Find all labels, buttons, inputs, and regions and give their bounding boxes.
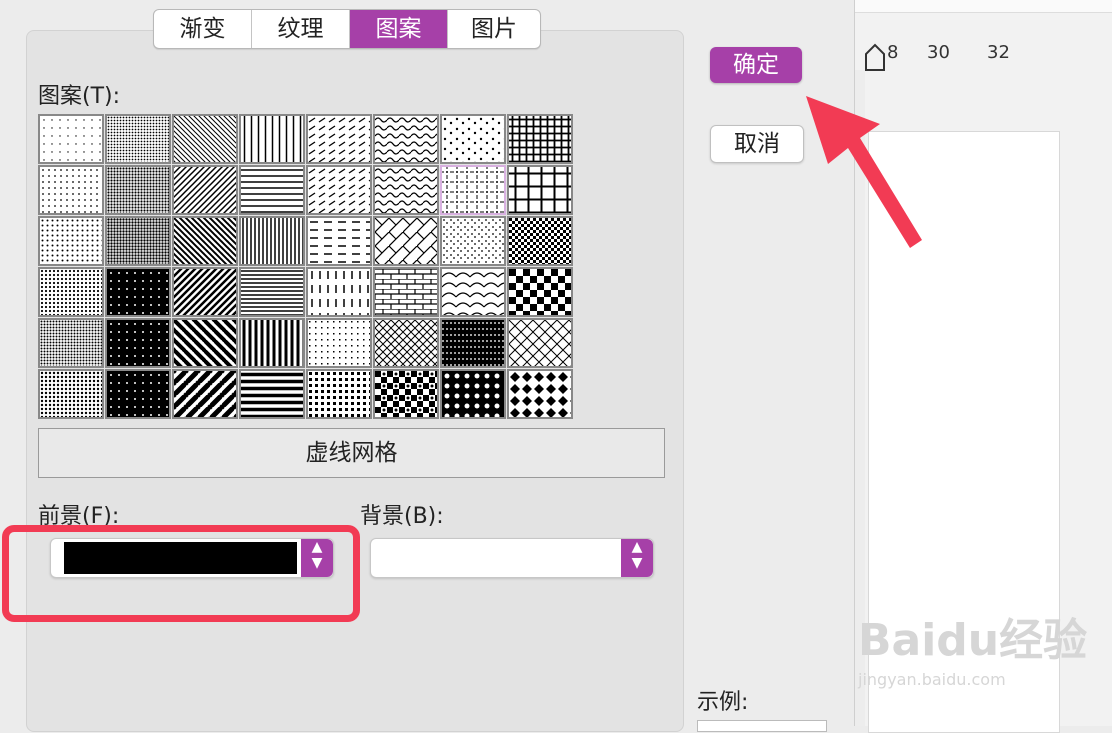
pattern-swatch-dots-black[interactable] [105,267,171,317]
pattern-swatch-checker-small[interactable] [507,216,573,266]
tab-texture[interactable]: 纹理 [252,10,350,48]
pattern-swatch-sphere[interactable] [38,318,104,368]
watermark-logo: Baidu经验 [858,615,1088,666]
pattern-swatch-zigzag-checker[interactable] [373,369,439,419]
pattern-swatch-diag-right-bold[interactable] [172,318,238,368]
pattern-swatch-dash-vertical[interactable] [306,267,372,317]
pattern-grid [38,114,573,419]
pattern-swatch-checker-large[interactable] [507,267,573,317]
pattern-swatch-brick[interactable] [373,267,439,317]
pattern-swatch-weave[interactable] [373,318,439,368]
pattern-swatch-shingle[interactable] [440,267,506,317]
pattern-swatch-dots-very-dense[interactable] [105,216,171,266]
ok-button[interactable]: 确定 [710,47,802,83]
pattern-swatch-dash-diag-right[interactable] [306,165,372,215]
pattern-swatch-checker-dark-small[interactable] [105,165,171,215]
pattern-swatch-diag-left-wide[interactable] [172,267,238,317]
fill-type-tabs: 渐变 纹理 图案 图片 [153,9,541,49]
background-color-swatch [384,542,617,574]
pattern-swatch-dots-medium[interactable] [38,216,104,266]
pattern-swatch-dots-black-large[interactable] [105,318,171,368]
pattern-swatch-vertical-lines[interactable] [239,114,305,164]
pattern-swatch-confetti-small[interactable] [306,318,372,368]
watermark-url: jingyan.baidu.com [858,670,1006,689]
pattern-swatch-dash-diag[interactable] [306,114,372,164]
pattern-swatch-horizontal-lines[interactable] [239,165,305,215]
pattern-swatch-diag-right-wide[interactable] [172,216,238,266]
ruler-tick-label: 8 [887,42,899,63]
pattern-swatch-wave-dense[interactable] [373,165,439,215]
pattern-swatch-wave[interactable] [373,114,439,164]
pattern-swatch-dash-horizontal[interactable] [306,216,372,266]
pattern-swatch-dots-small[interactable] [38,165,104,215]
tab-picture[interactable]: 图片 [448,10,540,48]
ruler-tick-label: 32 [987,42,1010,63]
pattern-swatch-dashed-grid[interactable] [440,165,506,215]
cancel-button[interactable]: 取消 [710,125,804,163]
pattern-swatch-horizontal-dense[interactable] [239,267,305,317]
pattern-swatch-vertical-dense[interactable] [239,216,305,266]
preview-box [697,720,827,732]
pattern-swatch-dots-dense-dark[interactable] [105,114,171,164]
toolbar-strip [855,0,1112,13]
tab-pattern[interactable]: 图案 [350,10,448,48]
pattern-swatch-dots-grey[interactable] [38,369,104,419]
tab-gradient[interactable]: 渐变 [154,10,252,48]
ruler: 8 30 32 [855,40,1112,71]
pattern-swatch-dots-scatter[interactable] [440,216,506,266]
pattern-swatch-vertical-bold[interactable] [239,318,305,368]
pattern-swatch-grid-bold[interactable] [507,114,573,164]
pattern-swatch-diag-left[interactable] [172,165,238,215]
background-color-select[interactable]: ▲ ▼ [370,538,654,578]
pattern-name-display: 虚线网格 [38,428,665,478]
preview-label: 示例: [697,690,749,715]
pattern-swatch-trellis[interactable] [507,318,573,368]
tab-stop-icon [865,43,885,71]
annotation-highlight-box [2,525,360,622]
pattern-label: 图案(T): [38,84,121,109]
pattern-swatch-divot[interactable] [306,369,372,419]
pattern-swatch-grid-large[interactable] [507,165,573,215]
pattern-swatch-diag-right-thin[interactable] [172,114,238,164]
pattern-swatch-dots-fine[interactable] [38,267,104,317]
pattern-swatch-diamonds[interactable] [507,369,573,419]
pattern-swatch-confetti[interactable] [440,114,506,164]
ruler-tick-label: 30 [927,42,950,63]
pattern-swatch-dots-sparse[interactable] [38,114,104,164]
pattern-swatch-dots-checker[interactable] [440,369,506,419]
watermark: Baidu经验 jingyan.baidu.com [858,604,1088,689]
pattern-swatch-horizontal-bold[interactable] [239,369,305,419]
stepper-icon[interactable]: ▲ ▼ [621,539,653,577]
pattern-swatch-dots-black-sparse[interactable] [105,369,171,419]
pattern-swatch-diag-left-bold[interactable] [172,369,238,419]
pattern-swatch-diagonal-brick[interactable] [373,216,439,266]
pattern-swatch-plaid[interactable] [440,318,506,368]
background-label: 背景(B): [360,504,444,529]
annotation-arrow-icon [806,96,922,248]
